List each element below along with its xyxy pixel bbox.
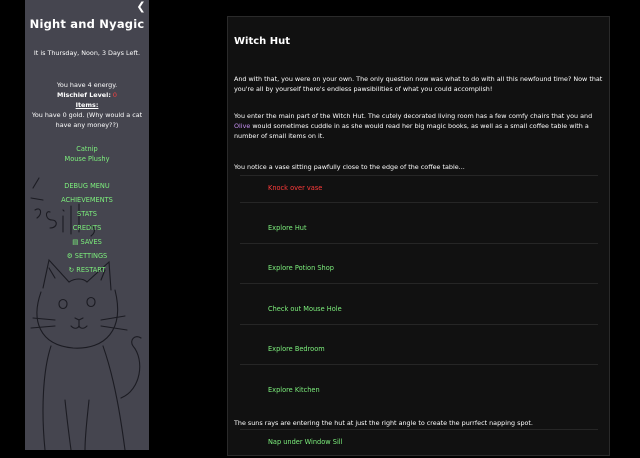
restart-button[interactable]: ↻ RESTART	[25, 266, 149, 274]
save-icon: ▤	[72, 238, 79, 246]
knock-over-vase-link[interactable]: Knock over vase	[268, 184, 322, 192]
choice-row: Explore Hut	[240, 202, 598, 243]
explore-potion-shop-link[interactable]: Explore Potion Shop	[268, 264, 334, 272]
saves-button[interactable]: ▤ SAVES	[25, 238, 149, 246]
sunrays-paragraph: The suns rays are entering the hut at ju…	[234, 419, 533, 427]
nap-under-window-sill-link[interactable]: Nap under Window Sill	[268, 438, 342, 446]
credits-link[interactable]: CREDITS	[25, 224, 149, 232]
mischief-label: Mischief Level:	[57, 91, 111, 99]
choice-row: Explore Bedroom	[240, 324, 598, 365]
story-title: Night and Nyagic	[29, 17, 145, 31]
energy-status: You have 4 energy.	[56, 81, 118, 89]
passage-panel: Witch Hut And with that, you were on you…	[227, 16, 610, 456]
mischief-value: 0	[112, 91, 117, 99]
stats-link[interactable]: STATS	[25, 210, 149, 218]
character-name-olive: Olive	[234, 122, 251, 130]
explore-hut-link[interactable]: Explore Hut	[268, 224, 307, 232]
passage-title: Witch Hut	[234, 36, 291, 47]
mischief-status: Mischief Level: 0	[31, 91, 143, 101]
achievements-link[interactable]: ACHIEVEMENTS	[25, 196, 149, 204]
sidebar: ❮ Night and Nyagic It is Thursday, Noon,…	[25, 0, 149, 450]
explore-bedroom-link[interactable]: Explore Bedroom	[268, 345, 325, 353]
room-paragraph: You enter the main part of the Witch Hut…	[234, 112, 593, 140]
inventory-item-mouse-plushy[interactable]: Mouse Plushy	[25, 155, 149, 163]
collapse-sidebar-icon[interactable]: ❮	[136, 1, 146, 13]
settings-button[interactable]: ⚙ SETTINGS	[25, 252, 149, 260]
debug-menu-link[interactable]: DEBUG MENU	[25, 182, 149, 190]
gear-icon: ⚙	[66, 252, 73, 260]
inventory-item-catnip[interactable]: Catnip	[25, 145, 149, 153]
choice-row: Explore Kitchen	[240, 364, 598, 405]
gold-status: You have 0 gold. (Why would a cat have a…	[31, 111, 143, 129]
explore-kitchen-link[interactable]: Explore Kitchen	[268, 386, 320, 394]
items-heading: Items:	[75, 101, 99, 109]
restart-icon: ↻	[68, 266, 75, 274]
check-out-mouse-hole-link[interactable]: Check out Mouse Hole	[268, 305, 342, 313]
time-status: It is Thursday, Noon, 3 Days Left.	[33, 49, 141, 57]
intro-paragraph: And with that, you were on your own. The…	[234, 75, 603, 93]
vase-paragraph: You notice a vase sitting pawfully close…	[234, 163, 465, 171]
choice-row: Check out Mouse Hole	[240, 283, 598, 324]
choice-row: Nap under Window Sill	[240, 429, 598, 458]
choice-row: Explore Potion Shop	[240, 243, 598, 284]
